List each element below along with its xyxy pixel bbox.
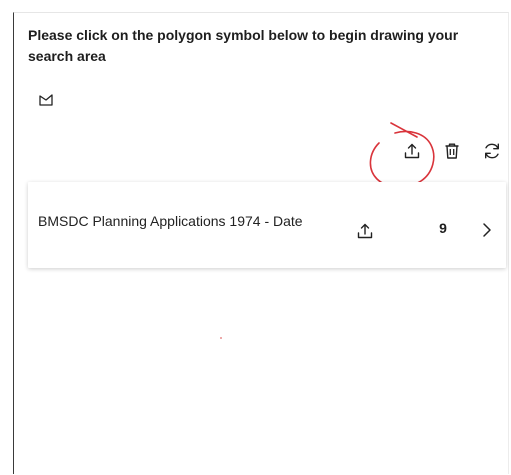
delete-button[interactable] [440,139,464,163]
export-icon [404,143,420,159]
chevron-right-icon [483,223,491,237]
search-panel: Please click on the polygon symbol below… [13,12,509,474]
layer-title: BMSDC Planning Applications 1974 - Date [38,213,303,229]
instruction-text: Please click on the polygon symbol below… [28,27,459,64]
polygon-draw-icon [39,94,53,106]
polygon-draw-button[interactable] [36,90,56,110]
refresh-button[interactable] [480,139,504,163]
layer-result-card[interactable]: BMSDC Planning Applications 1974 - Date … [28,182,506,268]
refresh-icon [485,143,499,159]
red-speck [220,337,222,339]
export-button[interactable] [400,139,424,163]
trash-icon [445,143,459,159]
export-icon [357,223,373,239]
result-count: 9 [439,220,447,236]
expand-layer-button[interactable] [478,219,496,241]
layer-export-button[interactable] [354,219,376,243]
